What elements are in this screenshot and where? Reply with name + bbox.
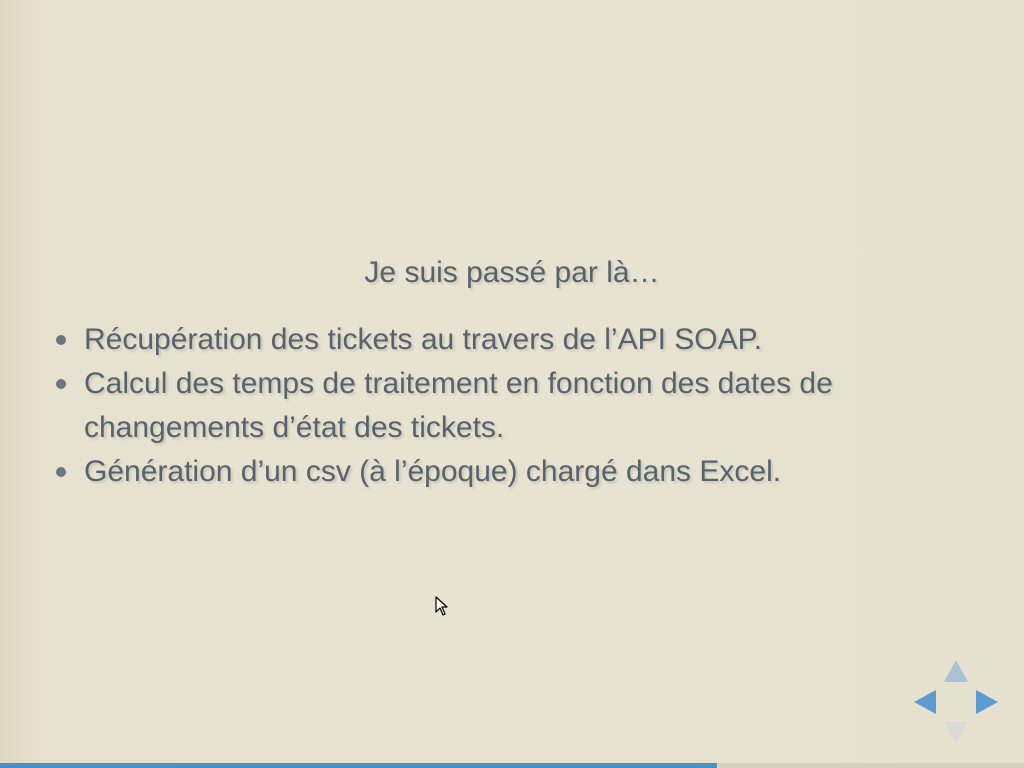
bullet-item: Récupération des tickets au travers de l… bbox=[52, 318, 982, 362]
mouse-pointer-icon bbox=[435, 596, 448, 616]
slide-progress-fill bbox=[0, 763, 717, 768]
bullet-text: Récupération des tickets au travers de l… bbox=[84, 323, 763, 356]
bullet-dot-icon bbox=[56, 467, 66, 477]
bullet-list: Récupération des tickets au travers de l… bbox=[52, 318, 982, 494]
arrow-right-icon[interactable] bbox=[976, 690, 998, 714]
bullet-item: Calcul des temps de traitement en foncti… bbox=[52, 362, 982, 450]
slide-title: Je suis passé par là… bbox=[364, 256, 660, 289]
arrow-left-icon[interactable] bbox=[914, 690, 936, 714]
bullet-text: Génération d’un csv (à l’époque) chargé … bbox=[84, 455, 782, 488]
slide-progress-bar bbox=[0, 763, 1024, 768]
bullet-text: Calcul des temps de traitement en foncti… bbox=[84, 367, 833, 444]
slide: Je suis passé par là… Récupération des t… bbox=[0, 0, 1024, 768]
bullet-item: Génération d’un csv (à l’époque) chargé … bbox=[52, 450, 982, 494]
arrow-up-icon[interactable] bbox=[944, 660, 968, 682]
bullet-dot-icon bbox=[56, 379, 66, 389]
bullet-dot-icon bbox=[56, 335, 66, 345]
arrow-down-icon[interactable] bbox=[944, 722, 968, 744]
